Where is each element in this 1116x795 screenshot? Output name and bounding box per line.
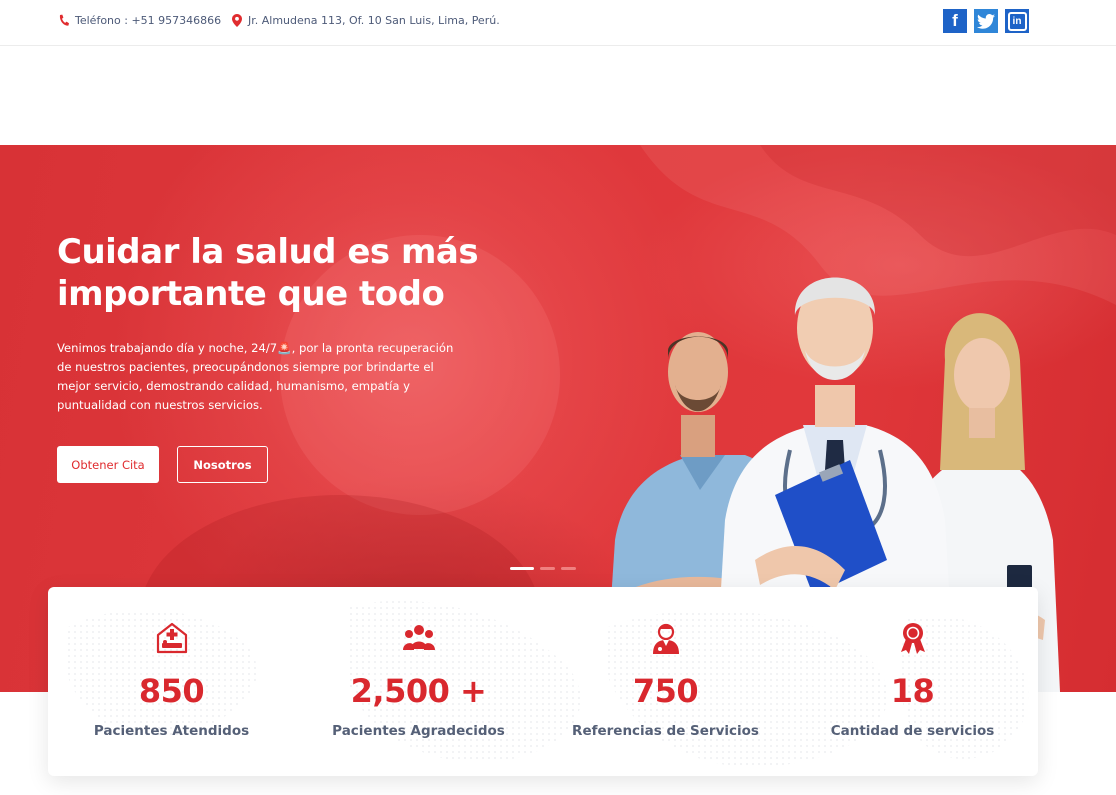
location-pin-icon bbox=[232, 14, 242, 27]
stat-patients-attended: 850 Pacientes Atendidos bbox=[48, 587, 295, 776]
stat-value: 2,500 + bbox=[350, 672, 487, 710]
stat-grateful-patients: 2,500 + Pacientes Agradecidos bbox=[295, 587, 542, 776]
top-bar: Teléfono : +51 957346866 Jr. Almudena 11… bbox=[0, 0, 1116, 46]
phone-text: Teléfono : +51 957346866 bbox=[75, 14, 222, 27]
stat-label: Referencias de Servicios bbox=[572, 723, 759, 739]
stat-label: Cantidad de servicios bbox=[830, 723, 995, 739]
slide-indicator-1[interactable] bbox=[510, 567, 534, 570]
slider-indicators bbox=[510, 567, 576, 570]
stat-value: 18 bbox=[890, 672, 935, 710]
stat-value: 750 bbox=[632, 672, 699, 710]
stat-label: Pacientes Atendidos bbox=[93, 723, 250, 739]
stat-service-referrals: 750 Referencias de Servicios bbox=[542, 587, 789, 776]
stat-value: 850 bbox=[138, 672, 205, 710]
stat-label: Pacientes Agradecidos bbox=[332, 723, 505, 739]
facebook-icon[interactable]: f bbox=[943, 9, 967, 33]
phone-icon bbox=[59, 14, 69, 26]
award-ribbon-icon bbox=[901, 623, 925, 654]
hero-title: Cuidar la salud es más importante que to… bbox=[57, 232, 479, 314]
slide-indicator-3[interactable] bbox=[561, 567, 576, 570]
group-icon bbox=[403, 625, 435, 650]
stats-card: 850 Pacientes Atendidos 2,500 + Paciente… bbox=[48, 587, 1038, 776]
hero-description: Venimos trabajando día y noche, 24/7🚨, p… bbox=[57, 341, 454, 412]
doctor-icon bbox=[653, 623, 679, 654]
about-us-button[interactable]: Nosotros bbox=[177, 446, 268, 483]
book-appointment-button[interactable]: Obtener Cita bbox=[57, 446, 159, 483]
twitter-icon[interactable] bbox=[974, 9, 998, 33]
phone-contact[interactable]: Teléfono : +51 957346866 bbox=[58, 14, 221, 27]
hospital-bed-icon bbox=[156, 622, 188, 654]
slide-indicator-2[interactable] bbox=[540, 567, 555, 570]
linkedin-icon[interactable]: in bbox=[1005, 9, 1029, 33]
address-text: Jr. Almudena 113, Of. 10 San Luis, Lima,… bbox=[248, 14, 500, 27]
stat-service-count: 18 Cantidad de servicios bbox=[789, 587, 1036, 776]
address-contact: Jr. Almudena 113, Of. 10 San Luis, Lima,… bbox=[232, 14, 500, 27]
